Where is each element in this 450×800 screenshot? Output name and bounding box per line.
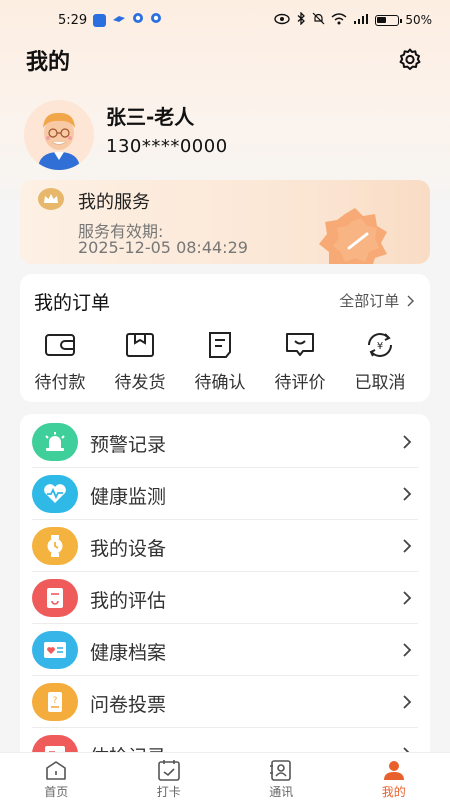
nav-contacts[interactable]: 通讯 [225, 753, 338, 800]
order-pending-payment[interactable]: 待付款 [20, 330, 100, 393]
order-label: 待确认 [194, 373, 246, 393]
box-icon [126, 333, 154, 357]
order-label: 待发货 [114, 373, 166, 393]
menu-item-health-records[interactable]: 健康档案 [20, 624, 430, 676]
chevron-right-icon [403, 539, 412, 553]
alarm-icon [32, 423, 78, 461]
bluetooth-icon [296, 11, 306, 28]
service-validity-date: 2025-12-05 08:44:29 [78, 238, 248, 257]
menu-item-assessment[interactable]: 我的评估 [20, 572, 430, 624]
menu-label: 健康档案 [90, 642, 167, 664]
nav-label: 我的 [381, 785, 406, 799]
crown-icon [38, 188, 64, 210]
menu-item-alerts[interactable]: 预警记录 [20, 416, 430, 468]
order-cancelled[interactable]: ¥ 已取消 [340, 330, 420, 393]
nav-label: 通讯 [269, 785, 294, 799]
menu-item-questionnaire[interactable]: ? 问卷投票 [20, 676, 430, 728]
badge-decoration-icon [305, 208, 415, 264]
gear-icon [399, 48, 421, 70]
watch-icon [32, 527, 78, 565]
assessment-icon [32, 579, 78, 617]
service-title: 我的服务 [78, 192, 150, 213]
receipt-icon [209, 332, 231, 358]
chevron-right-icon [403, 487, 412, 501]
eye-icon [274, 13, 291, 28]
signal-icon [353, 13, 369, 28]
order-pending-review[interactable]: 待评价 [260, 330, 340, 393]
nav-home[interactable]: 首页 [0, 753, 113, 800]
svg-text:?: ? [53, 696, 58, 706]
mute-icon [312, 12, 325, 28]
all-orders-link[interactable]: 全部订单 [339, 290, 414, 311]
comment-icon [286, 333, 314, 356]
orders-card: 我的订单 全部订单 待付款 待发货 待确认 待评价 ¥ 已取消 [20, 274, 430, 402]
bird-icon [112, 12, 126, 28]
avatar[interactable] [24, 100, 94, 170]
app-notification-icon [93, 13, 107, 27]
wifi-icon [331, 12, 347, 28]
order-label: 待付款 [34, 373, 86, 393]
avatar-image [24, 100, 94, 170]
nav-label: 打卡 [156, 785, 181, 799]
status-bar: 5:29 50% [0, 0, 450, 40]
orders-title: 我的订单 [34, 292, 111, 314]
wallet-icon [45, 334, 75, 356]
menu-list: 预警记录 健康监测 我的设备 我的评估 健康档案 ? 问卷投票 [20, 414, 430, 800]
questionnaire-icon: ? [32, 683, 78, 721]
battery-icon [375, 14, 403, 26]
settings-button[interactable] [396, 46, 424, 74]
heartbeat-icon [32, 475, 78, 513]
order-label: 待评价 [274, 373, 326, 393]
menu-label: 健康监测 [90, 486, 167, 508]
menu-label: 预警记录 [90, 434, 167, 456]
nav-label: 首页 [44, 785, 69, 799]
nav-profile[interactable]: 我的 [338, 753, 450, 800]
nav-checkin[interactable]: 打卡 [113, 753, 226, 800]
status-right: 50% [274, 11, 432, 28]
menu-label: 我的设备 [90, 538, 167, 560]
circle-icon [132, 12, 144, 28]
chevron-right-icon [403, 695, 412, 709]
health-card-icon [32, 631, 78, 669]
circle-icon [150, 12, 162, 28]
chevron-right-icon [407, 295, 414, 307]
battery-percent: 50% [405, 13, 432, 27]
all-orders-label: 全部订单 [339, 292, 400, 310]
user-phone: 130****0000 [106, 136, 228, 157]
profile-icon [383, 761, 404, 780]
svg-text:¥: ¥ [377, 341, 383, 352]
status-time: 5:29 [58, 12, 88, 28]
chevron-right-icon [403, 591, 412, 605]
order-label: 已取消 [354, 373, 406, 393]
chevron-right-icon [403, 435, 412, 449]
menu-item-devices[interactable]: 我的设备 [20, 520, 430, 572]
home-icon [46, 761, 67, 780]
calendar-check-icon [157, 760, 180, 781]
service-card[interactable]: 我的服务 服务有效期: 2025-12-05 08:44:29 [20, 180, 430, 264]
user-name[interactable]: 张三-老人 [106, 101, 194, 130]
order-pending-confirm[interactable]: 待确认 [180, 330, 260, 393]
bottom-nav: 首页 打卡 通讯 我的 [0, 752, 450, 800]
order-pending-shipment[interactable]: 待发货 [100, 330, 180, 393]
menu-label: 我的评估 [90, 590, 167, 612]
refund-icon: ¥ [368, 333, 392, 357]
page-title: 我的 [26, 50, 71, 75]
status-left: 5:29 [58, 12, 162, 28]
menu-label: 问卷投票 [90, 694, 167, 716]
contacts-icon [270, 760, 292, 781]
menu-item-health-monitor[interactable]: 健康监测 [20, 468, 430, 520]
chevron-right-icon [403, 643, 412, 657]
